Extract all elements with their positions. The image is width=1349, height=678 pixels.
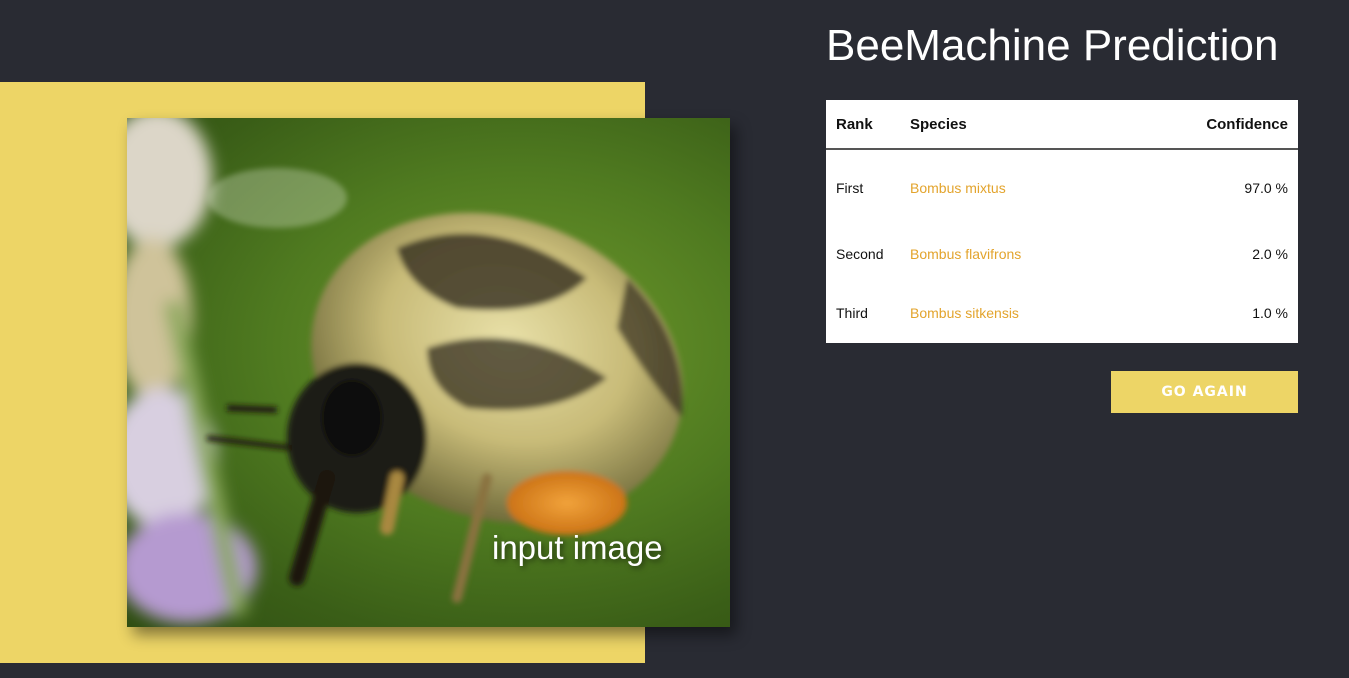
column-header-rank: Rank	[826, 100, 900, 150]
input-bee-image: input image	[127, 118, 730, 627]
prediction-results-table: Rank Species Confidence First Bombus mix…	[826, 100, 1298, 343]
rank-cell: Second	[836, 246, 884, 262]
table-header-row: Rank Species Confidence	[826, 100, 1298, 150]
confidence-cell: 1.0 %	[1252, 305, 1288, 321]
rank-cell: First	[836, 179, 864, 196]
species-link[interactable]: Bombus flavifrons	[910, 246, 1021, 262]
page-title: BeeMachine Prediction	[826, 21, 1279, 70]
confidence-cell: 2.0 %	[1252, 246, 1288, 262]
species-link[interactable]: Bombus mixtus	[910, 180, 1006, 196]
column-header-confidence: Confidence	[1124, 100, 1298, 150]
table-row: Second Bombus flavifrons 2.0 %	[826, 225, 1298, 283]
rank-cell: Third	[836, 305, 868, 321]
column-header-species: Species	[900, 100, 1125, 150]
image-caption: input image	[492, 529, 663, 566]
species-link[interactable]: Bombus sitkensis	[910, 305, 1019, 321]
table-row: First Bombus mixtus 97.0 %	[826, 149, 1298, 225]
go-again-button[interactable]: GO AGAIN	[1111, 371, 1298, 413]
confidence-cell: 97.0 %	[1244, 179, 1288, 196]
table-row: Third Bombus sitkensis 1.0 %	[826, 283, 1298, 343]
